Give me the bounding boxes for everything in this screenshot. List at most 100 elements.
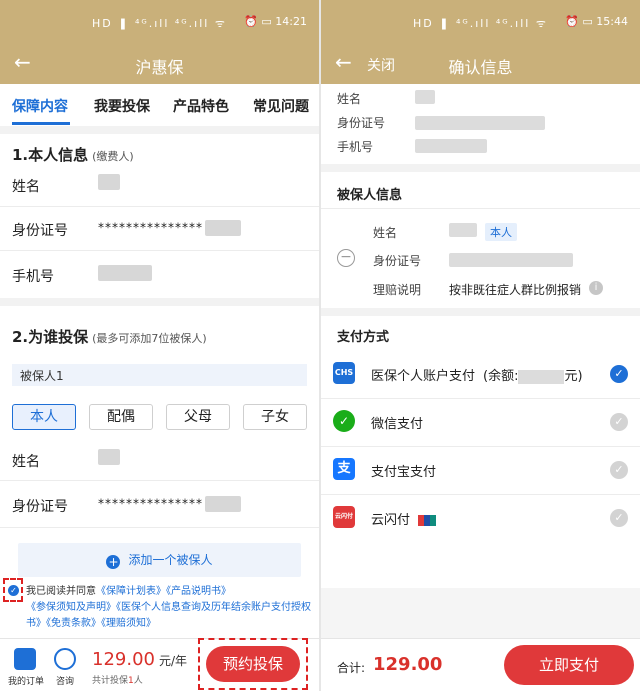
divider	[321, 164, 640, 172]
relation-children-button[interactable]: 子女	[243, 404, 307, 430]
tab-underline	[12, 122, 70, 125]
unselected-check-icon[interactable]: ✓	[610, 461, 628, 479]
total-amount: 129.00	[373, 654, 443, 675]
nav-bar: ← 沪惠保	[0, 44, 319, 84]
tab-features[interactable]: 产品特色	[173, 96, 229, 116]
right-screen: HD ❚ ⁴ᴳ.ıll ⁴ᴳ.ıll ᯤ ⏰ ▭ 15:44 ← 关闭 确认信息…	[321, 0, 640, 691]
tab-faq[interactable]: 常见问题	[253, 96, 309, 116]
name-value	[415, 90, 435, 104]
id-label: 身份证号	[12, 223, 68, 239]
signal-icons: HD ❚ ⁴ᴳ.ıll ⁴ᴳ.ıll ᯤ	[92, 17, 227, 30]
status-time: ⏰ ▭ 15:44	[565, 15, 628, 28]
add-insured-button[interactable]: + 添加一个被保人	[18, 543, 301, 577]
payment-label: 支付宝支付	[371, 465, 437, 480]
tab-bar: 保障内容 我要投保 产品特色 常见问题	[0, 84, 319, 126]
unionpay-icon	[418, 515, 437, 526]
insured-name-label: 姓名	[373, 226, 398, 240]
pay-now-button[interactable]: 立即支付	[504, 645, 634, 685]
status-time: ⏰ ▭ 14:21	[244, 15, 307, 28]
info-icon[interactable]: i	[589, 281, 603, 295]
payment-method-alipay[interactable]: 支 支付宝支付 ✓	[321, 446, 640, 494]
total-label: 合计:	[337, 661, 366, 675]
insured-id-field[interactable]: ***************	[98, 496, 241, 512]
tab-enroll[interactable]: 我要投保	[94, 96, 150, 116]
claim-label: 理赔说明	[373, 283, 422, 297]
payment-label: 医保个人账户支付 (余额: 元)	[371, 369, 583, 384]
highlight-box	[198, 638, 308, 690]
unselected-check-icon[interactable]: ✓	[610, 413, 628, 431]
chs-icon: CHS	[333, 362, 355, 384]
status-bar: HD ❚ ⁴ᴳ.ıll ⁴ᴳ.ıll ᯤ ⏰ ▭ 15:44	[321, 0, 640, 44]
insured-id-label: 身份证号	[12, 499, 68, 515]
section-title: 2.为谁投保	[12, 328, 89, 346]
link-disclaimer[interactable]: 《免责条款》	[46, 618, 101, 629]
plus-icon: +	[106, 555, 121, 569]
section-subtitle: (缴费人)	[92, 150, 134, 163]
payment-method-medical[interactable]: CHS 医保个人账户支付 (余额: 元) ✓	[321, 350, 640, 398]
orders-icon[interactable]	[14, 648, 36, 670]
wechat-icon: ✓	[333, 410, 355, 432]
agree-checkbox[interactable]: ✓	[3, 578, 23, 602]
agreement-text: 我已阅读并同意《保障计划表》《产品说明书》《参保须知及声明》《医保个人信息查询及…	[26, 586, 311, 629]
phone-value	[415, 139, 487, 153]
name-field[interactable]	[98, 174, 120, 190]
selected-check-icon[interactable]: ✓	[610, 365, 628, 383]
row-divider	[0, 250, 319, 251]
check-icon: ✓	[8, 585, 19, 596]
self-tag: 本人	[485, 223, 517, 241]
remove-insured-icon[interactable]: −	[337, 249, 355, 267]
price: 129.00 元/年	[92, 649, 188, 670]
blank-area	[321, 588, 640, 638]
section-self-info: 1.本人信息 (缴费人)	[12, 144, 134, 165]
alipay-icon: 支	[333, 458, 355, 480]
row-divider	[0, 206, 319, 207]
insured-name-value	[449, 223, 477, 237]
payment-label: 云闪付	[371, 509, 437, 528]
row-divider	[321, 208, 640, 209]
id-value	[415, 116, 545, 130]
bottom-bar: 合计: 129.00 立即支付	[321, 638, 640, 691]
divider	[0, 126, 319, 134]
link-manual[interactable]: 《产品说明书》	[166, 586, 231, 597]
claim-value: 按非既往症人群比例报销	[449, 283, 582, 297]
insured-header: 被保人1	[12, 364, 307, 386]
section-subtitle: (最多可添加7位被保人)	[92, 332, 207, 345]
quickpass-icon: 云闪付	[333, 506, 355, 528]
id-label: 身份证号	[337, 116, 386, 130]
tab-coverage[interactable]: 保障内容	[12, 96, 68, 116]
unselected-check-icon[interactable]: ✓	[610, 509, 628, 527]
insured-id-value	[449, 253, 573, 267]
payment-method-wechat[interactable]: ✓ 微信支付 ✓	[321, 398, 640, 446]
payment-label: 微信支付	[371, 417, 424, 432]
left-screen: HD ❚ ⁴ᴳ.ıll ⁴ᴳ.ıll ᯤ ⏰ ▭ 14:21 ← 沪惠保 保障内…	[0, 0, 319, 691]
relation-parents-button[interactable]: 父母	[166, 404, 230, 430]
relation-self-button[interactable]: 本人	[12, 404, 76, 430]
id-field[interactable]: ***************	[98, 220, 241, 236]
insured-count: 共计投保1人	[92, 676, 143, 686]
link-claims[interactable]: 《理赔须知》	[101, 618, 156, 629]
row-divider	[0, 527, 319, 528]
section-insured: 2.为谁投保 (最多可添加7位被保人)	[12, 326, 207, 347]
orders-label[interactable]: 我的订单	[8, 674, 44, 687]
consult-label[interactable]: 咨询	[56, 674, 74, 687]
insured-name-field[interactable]	[98, 449, 120, 465]
link-notice[interactable]: 《参保须知及声明》	[26, 602, 116, 613]
relation-spouse-button[interactable]: 配偶	[89, 404, 153, 430]
section-title: 1.本人信息	[12, 146, 89, 164]
name-label: 姓名	[337, 92, 362, 106]
status-bar: HD ❚ ⁴ᴳ.ıll ⁴ᴳ.ıll ᯤ ⏰ ▭ 14:21	[0, 0, 319, 44]
divider	[321, 308, 640, 316]
insured-name-label: 姓名	[12, 454, 40, 470]
page-title: 确认信息	[448, 58, 513, 77]
headset-icon[interactable]	[54, 648, 76, 670]
divider	[0, 298, 319, 306]
payment-method-unionpay[interactable]: 云闪付 云闪付 ✓	[321, 494, 640, 542]
phone-label: 手机号	[337, 140, 374, 154]
payment-title: 支付方式	[337, 330, 390, 345]
name-label: 姓名	[12, 179, 40, 195]
phone-field[interactable]	[98, 265, 152, 281]
insured-id-label: 身份证号	[373, 254, 422, 268]
link-plan-table[interactable]: 《保障计划表》	[96, 586, 166, 597]
nav-bar: ← 关闭 确认信息	[321, 44, 640, 84]
row-divider	[0, 480, 319, 481]
